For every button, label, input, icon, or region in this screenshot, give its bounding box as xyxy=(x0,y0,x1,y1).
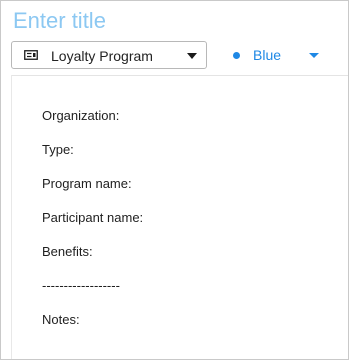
body-left-border xyxy=(11,75,12,359)
editor-toolbar: Loyalty Program Blue xyxy=(1,41,348,72)
field-notes: Notes: xyxy=(42,312,80,327)
template-dropdown[interactable]: Loyalty Program xyxy=(11,41,207,69)
field-organization: Organization: xyxy=(42,108,120,123)
title-input[interactable] xyxy=(13,7,333,35)
color-dropdown-label: Blue xyxy=(253,47,282,63)
chevron-down-icon xyxy=(309,53,319,58)
toolbar-divider xyxy=(11,75,348,76)
document-card-icon xyxy=(24,50,38,60)
template-dropdown-label: Loyalty Program xyxy=(51,48,153,64)
field-benefits: Benefits: xyxy=(42,244,93,259)
chevron-down-icon xyxy=(187,53,197,59)
field-type: Type: xyxy=(42,142,74,157)
color-swatch-icon xyxy=(233,52,240,59)
field-program-name: Program name: xyxy=(42,176,132,191)
field-participant-name: Participant name: xyxy=(42,210,144,225)
note-editor: Loyalty Program Blue Organization: Type:… xyxy=(0,0,349,360)
separator-line: ------------------ xyxy=(42,278,120,293)
note-body[interactable]: Organization: Type: Program name: Partic… xyxy=(42,107,332,345)
color-dropdown[interactable]: Blue xyxy=(227,41,327,69)
